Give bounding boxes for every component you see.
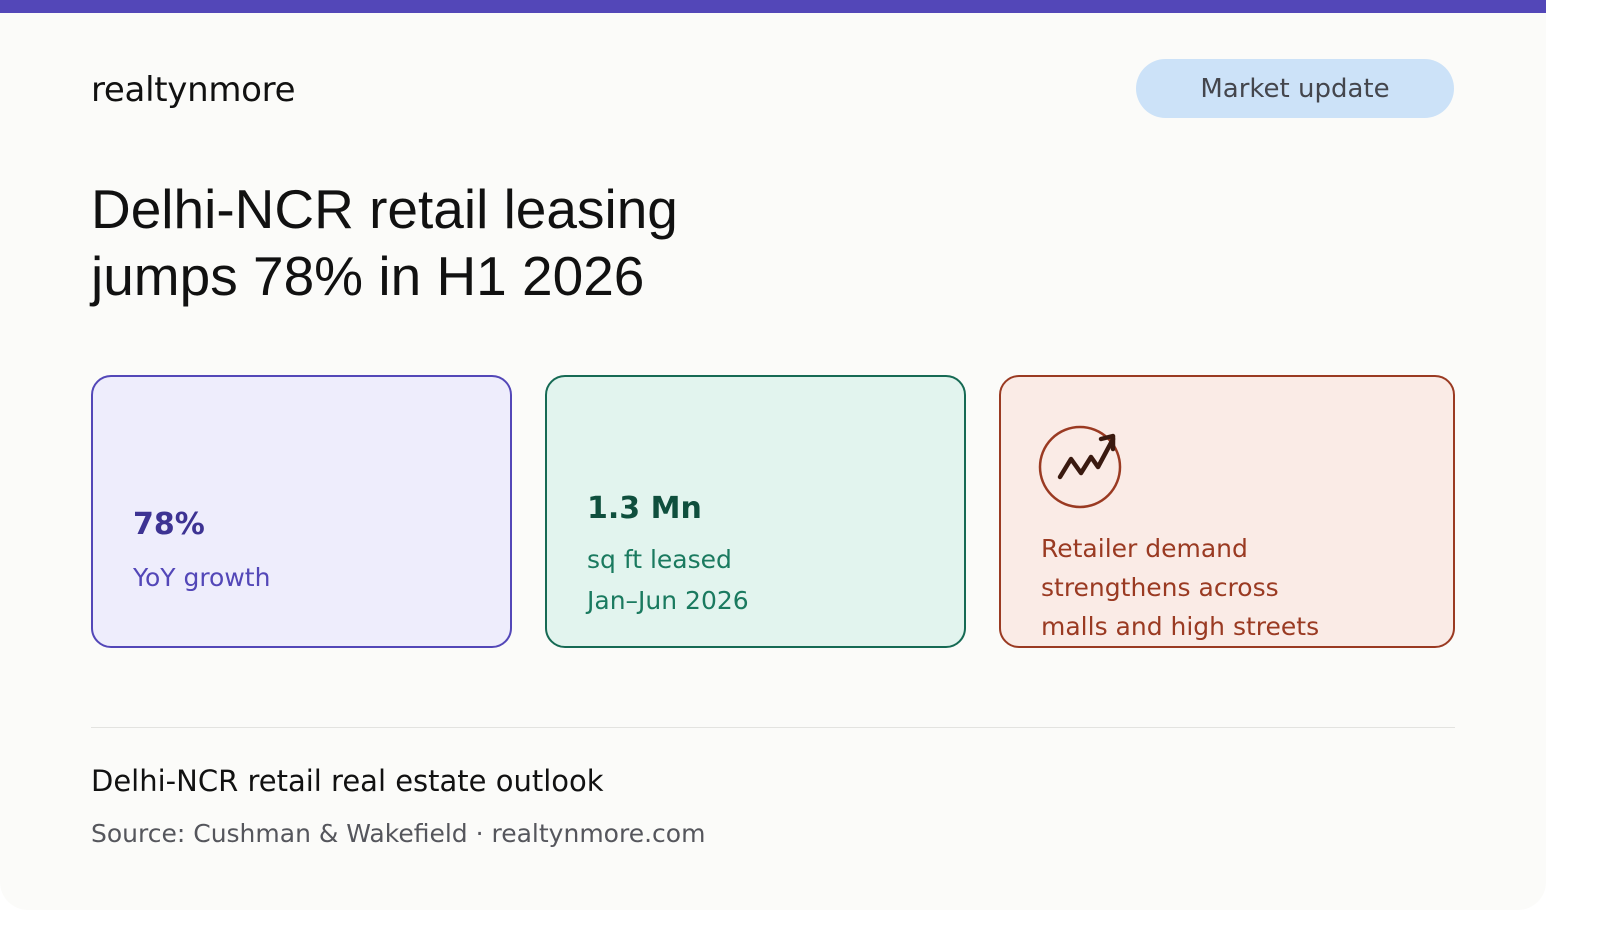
footer-source: Source: Cushman & Wakefield · realtynmor… <box>91 819 706 848</box>
market-update-card: realtynmore Market update Delhi-NCR reta… <box>0 0 1546 910</box>
market-update-badge: Market update <box>1136 59 1454 118</box>
stat-value-growth: 78% <box>133 507 205 542</box>
headline-line-1: Delhi-NCR retail leasing <box>91 178 678 240</box>
stat-card-demand: Retailer demand strengthens across malls… <box>999 375 1455 648</box>
headline-line-2: jumps 78% in H1 2026 <box>91 245 645 307</box>
stat-value-leased: 1.3 Mn <box>587 491 702 526</box>
demand-text: Retailer demand strengthens across malls… <box>1041 529 1441 646</box>
page-title: Delhi-NCR retail leasing jumps 78% in H1… <box>91 176 791 310</box>
stat-label-leased: sq ft leased <box>587 545 732 574</box>
demand-text-line-1: Retailer demand <box>1041 534 1248 563</box>
footer-divider <box>91 727 1455 728</box>
stat-card-growth: 78% YoY growth <box>91 375 512 648</box>
demand-text-line-2: strengthens across <box>1041 573 1279 602</box>
top-accent-bar <box>0 0 1546 13</box>
stat-label-period: Jan–Jun 2026 <box>587 586 749 615</box>
trend-up-icon <box>1038 425 1122 509</box>
stat-label-growth: YoY growth <box>133 563 271 592</box>
footer-title: Delhi-NCR retail real estate outlook <box>91 764 604 798</box>
stat-card-leased: 1.3 Mn sq ft leased Jan–Jun 2026 <box>545 375 966 648</box>
brand-name: realtynmore <box>91 70 296 110</box>
demand-text-line-3: malls and high streets <box>1041 612 1320 641</box>
